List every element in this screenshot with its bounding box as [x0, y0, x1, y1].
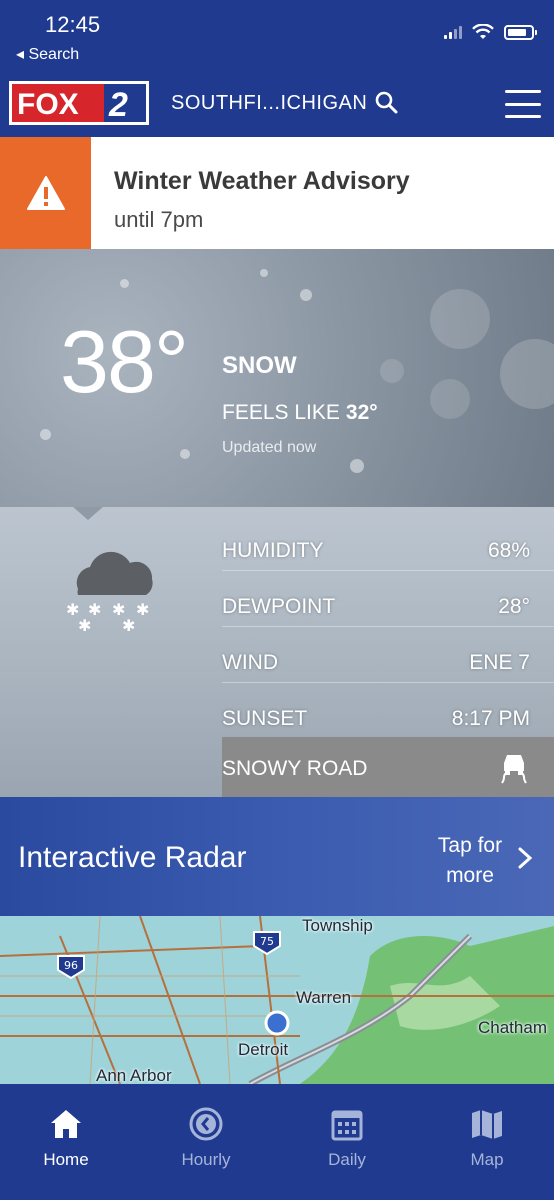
current-condition: SNOW	[222, 352, 297, 379]
detail-row-dewpoint: DEWPOINT 28°	[222, 571, 554, 627]
detail-label: WIND	[222, 651, 278, 674]
updated-status: Updated now	[222, 439, 317, 456]
alert-title: Winter Weather Advisory	[114, 167, 410, 195]
radar-tap-label: Tap for more	[437, 834, 503, 887]
tab-home[interactable]: Home	[11, 1106, 121, 1170]
calendar-icon	[331, 1110, 363, 1141]
feels-like-label: FEELS LIKE	[222, 401, 340, 424]
detail-value: 8:17 PM	[451, 707, 530, 730]
alert-icon-box	[0, 137, 91, 249]
tab-label: Map	[470, 1150, 504, 1169]
current-temperature: 38°	[60, 312, 189, 411]
shield-75: 75	[260, 935, 274, 948]
tab-label: Home	[43, 1150, 89, 1169]
tab-hourly[interactable]: Hourly	[151, 1106, 261, 1170]
status-time: 12:45	[45, 12, 101, 37]
warning-icon	[26, 176, 65, 210]
detail-label: HUMIDITY	[222, 539, 324, 562]
shield-96: 96	[64, 959, 78, 972]
home-icon	[51, 1110, 81, 1138]
tab-map[interactable]: Map	[432, 1106, 542, 1170]
wifi-icon	[472, 24, 494, 39]
detail-label: SUNSET	[222, 707, 308, 730]
map-label-detroit: Detroit	[238, 1040, 289, 1059]
tab-daily[interactable]: Daily	[292, 1106, 402, 1170]
snow-cloud-icon: ✱ ✱ ✱ ✱ ✱ ✱	[66, 551, 153, 635]
feels-like-value: 32°	[345, 401, 378, 424]
detail-value: ENE 7	[469, 651, 530, 674]
back-to-search-link[interactable]: ◂ Search	[16, 44, 79, 64]
map-label-ann-arbor: Ann Arbor	[96, 1066, 172, 1084]
chevron-right-icon	[518, 847, 533, 869]
map-label-warren: Warren	[296, 988, 352, 1007]
svg-text:2: 2	[108, 86, 128, 124]
tab-label: Daily	[328, 1150, 366, 1169]
battery-icon	[504, 24, 537, 40]
search-icon[interactable]	[374, 90, 398, 114]
detail-row-wind: WIND ENE 7	[222, 627, 554, 683]
clock-icon	[189, 1107, 223, 1141]
detail-value: 28°	[498, 595, 530, 618]
weather-alert-banner[interactable]: Winter Weather Advisory until 7pm	[0, 137, 554, 249]
fox2-logo[interactable]: FOX 2	[9, 81, 149, 125]
slippery-road-icon	[501, 755, 527, 784]
detail-row-sunset: SUNSET 8:17 PM	[222, 683, 554, 739]
road-condition-bar[interactable]: SNOWY ROAD	[222, 737, 554, 797]
radar-map-preview[interactable]: 96 75 Township Warren Detroit Ann Arbor …	[0, 916, 554, 1084]
caret-pointer	[72, 507, 104, 520]
alert-subtitle: until 7pm	[114, 207, 204, 232]
hamburger-menu-icon[interactable]	[505, 90, 541, 118]
detail-label: DEWPOINT	[222, 595, 336, 618]
location-name[interactable]: SOUTHFI...ICHIGAN	[171, 92, 367, 115]
svg-text:✱: ✱	[122, 616, 135, 635]
weather-details: ✱ ✱ ✱ ✱ ✱ ✱ HUMIDITY 68% DEWPOINT 28° WIND E…	[0, 507, 554, 797]
svg-text:✱: ✱	[136, 600, 149, 619]
detail-row-humidity: HUMIDITY 68%	[222, 515, 554, 571]
tab-label: Hourly	[181, 1150, 231, 1169]
road-condition-label: SNOWY ROAD	[222, 757, 368, 780]
svg-text:✱: ✱	[78, 616, 91, 635]
feels-like: FEELS LIKE 32°	[222, 401, 378, 425]
map-label-township: Township	[302, 916, 373, 935]
app-header: 12:45 ◂ Search FOX 2 SOUTHFI...ICHIGAN	[0, 0, 554, 137]
svg-text:FOX: FOX	[17, 88, 79, 121]
bottom-tab-bar: Home Hourly Daily Map	[0, 1084, 554, 1200]
radar-title: Interactive Radar	[18, 841, 247, 874]
interactive-radar-banner[interactable]: Interactive Radar Tap for more	[0, 797, 554, 916]
status-icons	[444, 24, 537, 40]
map-label-chatham: Chatham	[478, 1018, 547, 1037]
detail-value: 68%	[487, 539, 530, 562]
signal-icon	[444, 25, 462, 39]
current-conditions: 38° SNOW FEELS LIKE 32° Updated now	[0, 249, 554, 507]
map-icon	[472, 1110, 502, 1139]
